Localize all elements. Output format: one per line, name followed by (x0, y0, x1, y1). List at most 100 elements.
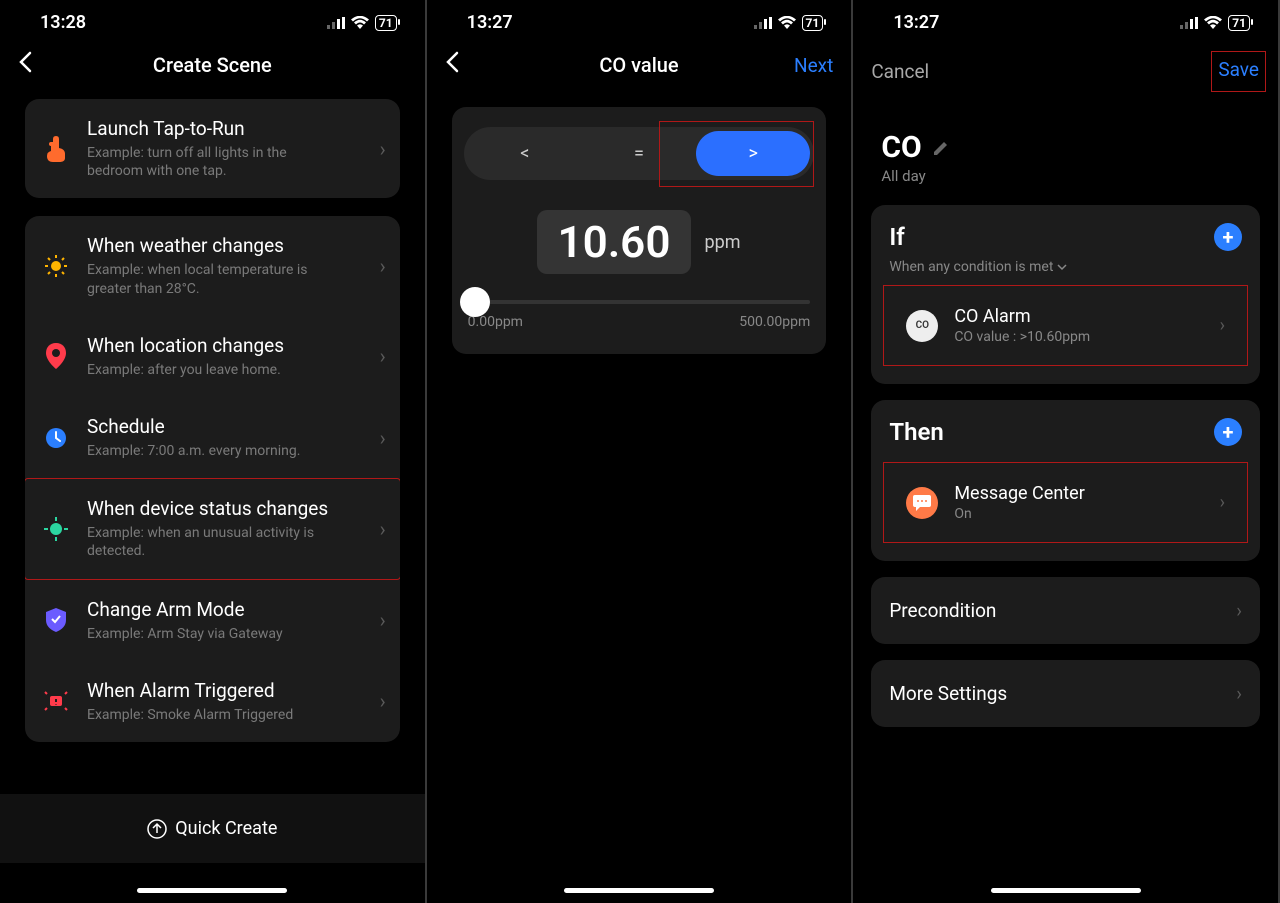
slider-max: 500.00ppm (739, 314, 810, 330)
item-alarm-triggered[interactable]: When Alarm Triggered Example: Smoke Alar… (25, 661, 400, 742)
item-subtitle: Example: Smoke Alarm Triggered (87, 706, 327, 724)
item-weather[interactable]: When weather changes Example: when local… (25, 216, 400, 315)
if-label: If (889, 223, 904, 251)
chevron-right-icon: › (380, 137, 386, 161)
edit-icon[interactable] (932, 139, 950, 157)
item-title: Schedule (87, 415, 362, 438)
item-subtitle: Example: Arm Stay via Gateway (87, 625, 327, 643)
value-number[interactable]: 10.60 (537, 210, 690, 274)
item-title: Change Arm Mode (87, 598, 362, 621)
status-icons: 71 (1180, 15, 1250, 31)
home-indicator[interactable] (991, 888, 1141, 893)
quick-create-button[interactable]: Quick Create (0, 794, 425, 863)
add-action-button[interactable]: + (1214, 418, 1242, 446)
signal-icon (327, 17, 345, 29)
precondition-row[interactable]: Precondition › (871, 577, 1260, 644)
clock: 13:28 (40, 12, 86, 33)
co-badge-icon: CO (906, 310, 938, 342)
item-title: Launch Tap-to-Run (87, 117, 362, 140)
chevron-left-icon (445, 51, 459, 73)
item-device-status[interactable]: When device status changes Example: when… (25, 479, 400, 578)
then-label: Then (889, 418, 943, 446)
condition-subtitle: CO value : >10.60ppm (954, 329, 1203, 345)
header: Cancel Save (853, 41, 1278, 112)
item-title: When Alarm Triggered (87, 679, 362, 702)
item-tap-to-run[interactable]: Launch Tap-to-Run Example: turn off all … (25, 99, 400, 198)
slider[interactable]: 0.00ppm 500.00ppm (464, 300, 815, 330)
phone-screen-3: 13:27 71 Cancel Save CO All day If + Whe… (853, 0, 1280, 903)
add-condition-button[interactable]: + (1214, 223, 1242, 251)
value-display: 10.60 ppm (464, 210, 815, 274)
clock: 13:27 (893, 12, 939, 33)
shield-icon (43, 608, 69, 632)
status-bar: 13:27 71 (427, 0, 852, 41)
action-message-center[interactable]: Message Center On › (888, 467, 1243, 538)
slider-thumb[interactable] (460, 287, 490, 317)
then-block: Then + Message Center On › (871, 400, 1260, 561)
highlight-device-status: When device status changes Example: when… (25, 478, 400, 579)
clock: 13:27 (467, 12, 513, 33)
wifi-icon (1204, 16, 1222, 29)
home-indicator[interactable] (564, 888, 714, 893)
cancel-button[interactable]: Cancel (871, 60, 929, 83)
more-settings-label: More Settings (889, 682, 1007, 705)
wifi-icon (778, 16, 796, 29)
if-block: If + When any condition is met CO CO Ala… (871, 205, 1260, 384)
chevron-right-icon: › (380, 344, 386, 368)
action-title: Message Center (954, 483, 1203, 504)
upload-icon (147, 819, 167, 839)
operator-less-than[interactable]: < (468, 131, 582, 176)
item-arm-mode[interactable]: Change Arm Mode Example: Arm Stay via Ga… (25, 580, 400, 661)
signal-icon (754, 17, 772, 29)
phone-screen-2: 13:27 71 CO value Next < = > 10.60 ppm (427, 0, 854, 903)
co-value-panel: < = > 10.60 ppm 0.00ppm 500.00ppm (452, 107, 827, 354)
wifi-icon (351, 16, 369, 29)
sun-icon (43, 254, 69, 278)
slider-track (468, 300, 811, 304)
item-title: When location changes (87, 334, 362, 357)
quick-create-label: Quick Create (175, 818, 277, 839)
chevron-right-icon: › (380, 426, 386, 450)
item-title: When weather changes (87, 234, 362, 257)
save-button[interactable]: Save (1218, 58, 1259, 81)
operator-greater-than[interactable]: > (696, 131, 810, 176)
back-button[interactable] (18, 51, 48, 79)
page-title: CO value (599, 53, 678, 77)
highlight-condition: CO CO Alarm CO value : >10.60ppm › (883, 285, 1248, 366)
item-location[interactable]: When location changes Example: after you… (25, 316, 400, 397)
header: Create Scene (0, 41, 425, 99)
item-subtitle: Example: 7:00 a.m. every morning. (87, 442, 327, 460)
chevron-right-icon: › (380, 608, 386, 632)
condition-title: CO Alarm (954, 306, 1203, 327)
chevron-left-icon (18, 51, 32, 73)
scene-schedule: All day (881, 167, 1250, 185)
operator-segmented: < = > (464, 127, 815, 180)
item-title: When device status changes (87, 497, 362, 520)
alarm-icon (43, 690, 69, 712)
item-subtitle: Example: after you leave home. (87, 361, 327, 379)
operator-equals[interactable]: = (582, 131, 696, 176)
card-conditions: When weather changes Example: when local… (25, 216, 400, 742)
precondition-label: Precondition (889, 599, 996, 622)
item-subtitle: Example: turn off all lights in the bedr… (87, 144, 327, 180)
item-schedule[interactable]: Schedule Example: 7:00 a.m. every mornin… (25, 397, 400, 478)
chevron-right-icon: › (1236, 599, 1242, 622)
back-button[interactable] (445, 51, 475, 79)
scene-name-section: CO All day (853, 112, 1278, 189)
if-subtitle[interactable]: When any condition is met (871, 259, 1260, 285)
chevron-right-icon: › (380, 689, 386, 713)
next-button[interactable]: Next (794, 54, 833, 77)
clock-icon (43, 427, 69, 449)
signal-icon (1180, 17, 1198, 29)
chevron-right-icon: › (380, 254, 386, 278)
chevron-right-icon: › (380, 517, 386, 541)
condition-co-alarm[interactable]: CO CO Alarm CO value : >10.60ppm › (888, 290, 1243, 361)
home-indicator[interactable] (137, 888, 287, 893)
page-title: Create Scene (153, 53, 272, 77)
highlight-save: Save (1211, 51, 1266, 92)
more-settings-row[interactable]: More Settings › (871, 660, 1260, 727)
highlight-action: Message Center On › (883, 462, 1248, 543)
message-icon (906, 487, 938, 519)
tap-icon (43, 136, 69, 162)
status-icons: 71 (754, 15, 824, 31)
